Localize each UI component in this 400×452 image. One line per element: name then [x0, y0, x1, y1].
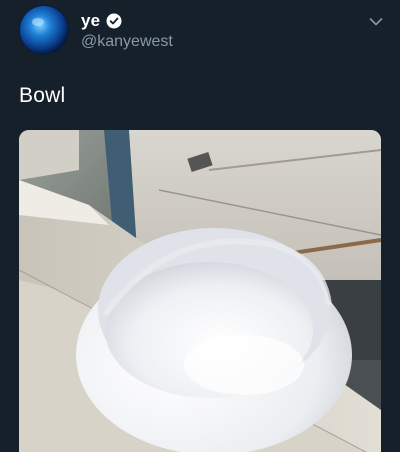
tweet-card[interactable]: ye @kanyewest Bowl [0, 0, 400, 452]
chevron-down-icon[interactable] [369, 14, 383, 26]
tweet-text: Bowl [19, 84, 66, 107]
author-name-row[interactable]: ye [81, 10, 122, 32]
bowl-photo-image [19, 130, 381, 452]
tweet-photo[interactable] [19, 130, 381, 452]
avatar[interactable] [19, 5, 69, 55]
avatar-image [19, 5, 69, 55]
verified-badge-icon [106, 13, 122, 29]
author-handle[interactable]: @kanyewest [81, 33, 173, 51]
display-name[interactable]: ye [81, 11, 100, 31]
